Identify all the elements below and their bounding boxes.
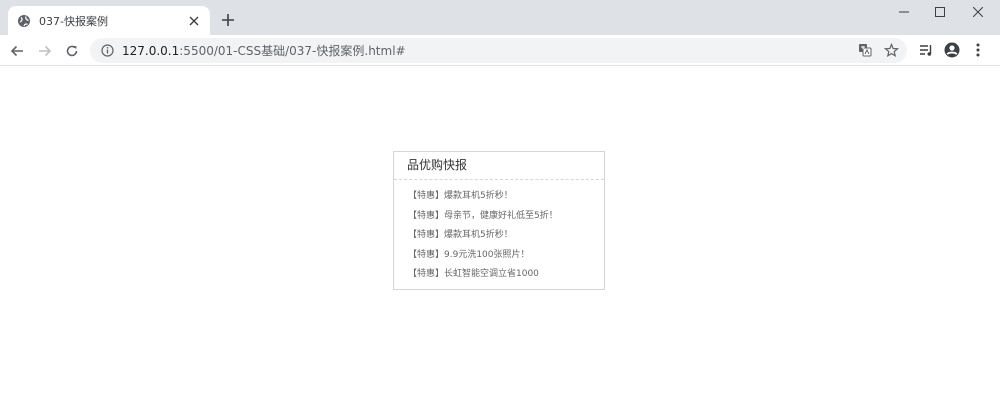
url-path: :5500/01-CSS基础/037-快报案例.html# [179,44,406,58]
list-item: 【特惠】爆款耳机5折秒！ [408,187,604,207]
reload-button[interactable] [61,40,83,62]
info-icon[interactable] [100,44,114,58]
maximize-button[interactable] [920,0,960,24]
translate-icon[interactable] [855,40,875,60]
page-content: 品优购快报 【特惠】爆款耳机5折秒！ 【特惠】母亲节，健康好礼低至5折！ 【特惠… [0,67,1000,419]
list-item: 【特惠】9.9元洗100张照片！ [408,246,604,266]
news-link[interactable]: 【特惠】母亲节，健康好礼低至5折！ [408,211,558,221]
address-bar[interactable]: 127.0.0.1:5500/01-CSS基础/037-快报案例.html# [90,38,907,63]
tab-title: 037-快报案例 [39,14,108,28]
news-link[interactable]: 【特惠】长虹智能空调立省1000 [408,269,539,279]
window-close-button[interactable] [958,0,998,24]
menu-icon[interactable] [968,40,988,60]
news-box: 品优购快报 【特惠】爆款耳机5折秒！ 【特惠】母亲节，健康好礼低至5折！ 【特惠… [393,151,605,290]
url-text: 127.0.0.1:5500/01-CSS基础/037-快报案例.html# [122,42,406,59]
browser-toolbar: 127.0.0.1:5500/01-CSS基础/037-快报案例.html# [0,35,1000,66]
list-item: 【特惠】爆款耳机5折秒！ [408,226,604,246]
globe-icon [17,14,31,28]
news-link[interactable]: 【特惠】爆款耳机5折秒！ [408,191,513,201]
back-button[interactable] [6,40,28,62]
media-control-icon[interactable] [916,40,936,60]
forward-button[interactable] [34,40,56,62]
new-tab-button[interactable] [218,10,238,30]
list-item: 【特惠】长虹智能空调立省1000 [408,265,604,285]
news-title: 品优购快报 [394,152,604,180]
news-list: 【特惠】爆款耳机5折秒！ 【特惠】母亲节，健康好礼低至5折！ 【特惠】爆款耳机5… [394,180,604,285]
star-icon[interactable] [881,40,901,60]
url-host: 127.0.0.1 [122,44,180,58]
profile-icon[interactable] [942,40,962,60]
minimize-button[interactable] [884,0,924,24]
close-icon[interactable] [186,13,202,29]
list-item: 【特惠】母亲节，健康好礼低至5折！ [408,207,604,227]
browser-tab[interactable]: 037-快报案例 [8,6,210,35]
tab-strip: 037-快报案例 [0,0,1000,35]
news-link[interactable]: 【特惠】9.9元洗100张照片！ [408,250,530,260]
news-link[interactable]: 【特惠】爆款耳机5折秒！ [408,230,513,240]
